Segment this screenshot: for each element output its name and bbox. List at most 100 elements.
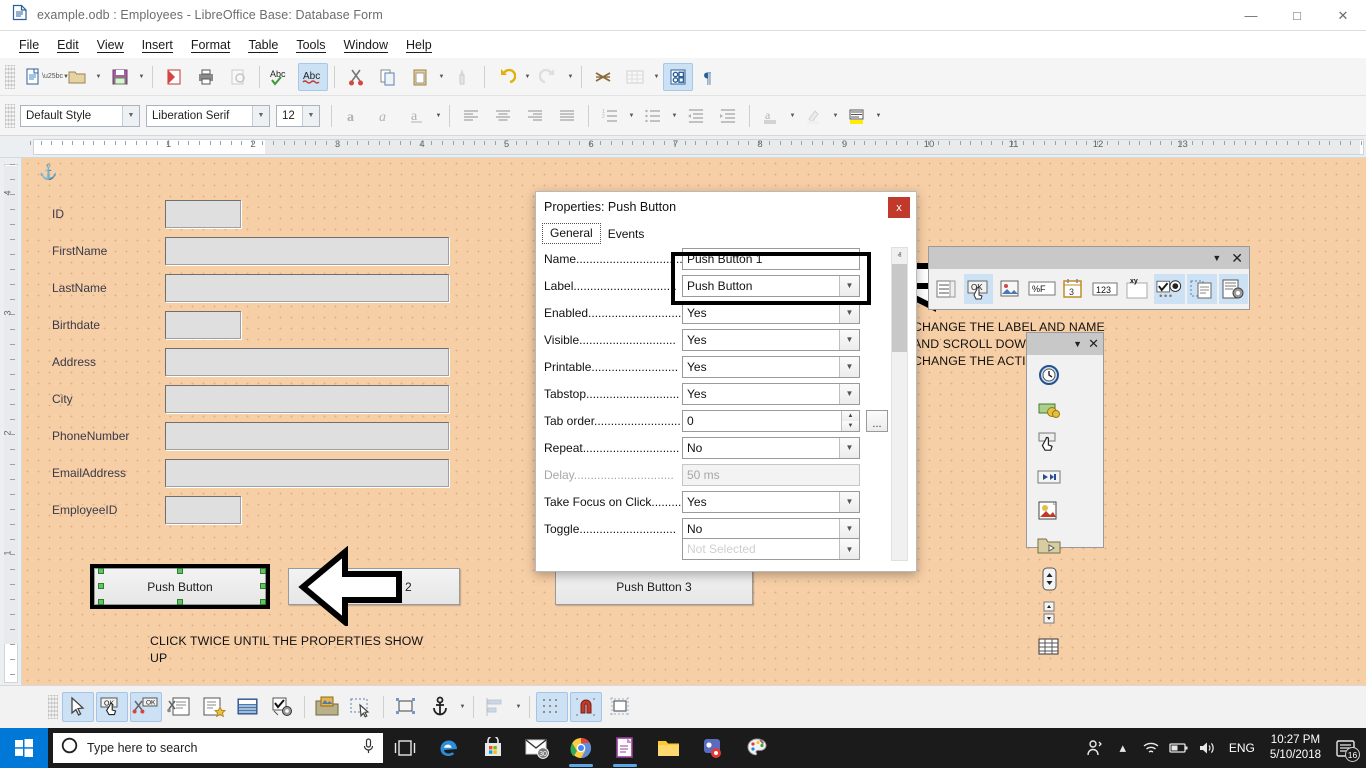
helplines-while-moving-icon[interactable] bbox=[604, 692, 636, 722]
new-document-icon[interactable] bbox=[19, 63, 49, 91]
field-input-emailaddress[interactable] bbox=[165, 459, 449, 487]
pilcrow-icon[interactable]: ¶ bbox=[695, 63, 725, 91]
selection-handle[interactable] bbox=[260, 568, 266, 574]
bold-icon[interactable]: a bbox=[338, 102, 368, 130]
paragraph-background-dropdown-icon[interactable]: ▼ bbox=[873, 102, 884, 130]
spinner-buttons[interactable]: ▲ ▼ bbox=[841, 411, 859, 431]
property-value-field[interactable]: Yes ▼ bbox=[682, 356, 860, 378]
undo-icon[interactable] bbox=[491, 63, 521, 91]
microphone-icon[interactable] bbox=[362, 738, 375, 759]
paragraph-style-combo[interactable]: Default Style ▼ bbox=[20, 105, 140, 127]
property-value-field[interactable]: Yes ▼ bbox=[682, 491, 860, 513]
new-document-dropdown-icon[interactable]: \u25bc ▼ bbox=[50, 63, 61, 91]
battery-icon[interactable] bbox=[1165, 728, 1193, 768]
chevron-down-icon[interactable]: ▼ bbox=[122, 106, 139, 126]
selection-handle[interactable] bbox=[260, 599, 266, 605]
action-center-icon[interactable]: 16 bbox=[1328, 728, 1362, 768]
clock[interactable]: 10:27 PM 5/10/2018 bbox=[1263, 733, 1328, 763]
chevron-down-icon[interactable]: ▼ bbox=[1073, 339, 1082, 349]
menu-window[interactable]: Window bbox=[335, 35, 397, 55]
chevron-down-icon[interactable]: ▼ bbox=[839, 492, 859, 512]
design-mode-icon[interactable] bbox=[1187, 274, 1217, 304]
unordered-list-dropdown-icon[interactable]: ▼ bbox=[669, 102, 680, 130]
chevron-down-icon[interactable]: ▼ bbox=[839, 438, 859, 458]
font-size-combo[interactable]: 12 ▼ bbox=[276, 105, 320, 127]
navigation-bar-icon[interactable] bbox=[1033, 461, 1065, 493]
language-indicator[interactable]: ENG bbox=[1221, 741, 1263, 755]
activation-order-icon[interactable] bbox=[232, 692, 264, 722]
underline-dropdown-icon[interactable]: ▼ bbox=[433, 102, 444, 130]
field-input-lastname[interactable] bbox=[165, 274, 449, 302]
export-pdf-icon[interactable] bbox=[159, 63, 189, 91]
align-center-icon[interactable] bbox=[488, 102, 518, 130]
print-preview-icon[interactable] bbox=[223, 63, 253, 91]
menu-edit[interactable]: Edit bbox=[48, 35, 88, 55]
image-button-icon[interactable] bbox=[995, 274, 1025, 304]
chevron-down-icon[interactable]: ▼ bbox=[252, 106, 269, 126]
menu-help[interactable]: Help bbox=[397, 35, 441, 55]
time-field-icon[interactable] bbox=[1033, 359, 1065, 391]
save-icon[interactable] bbox=[105, 63, 135, 91]
select-icon[interactable] bbox=[62, 692, 94, 722]
chevron-down-icon[interactable]: ▼ bbox=[839, 303, 859, 323]
form-controls-toolbar[interactable]: ▼ ✕ OK %F 3 123 xy bbox=[928, 246, 1250, 310]
selection-handle[interactable] bbox=[98, 568, 104, 574]
font-name-combo[interactable]: Liberation Serif ▼ bbox=[146, 105, 270, 127]
list-box-icon[interactable] bbox=[932, 274, 962, 304]
property-value-field[interactable]: No ▼ bbox=[682, 518, 860, 540]
undo-dropdown-icon[interactable]: ▼ bbox=[522, 63, 533, 91]
decrease-indent-icon[interactable] bbox=[681, 102, 711, 130]
paste-dropdown-icon[interactable]: ▼ bbox=[436, 63, 447, 91]
close-icon[interactable]: x bbox=[888, 197, 910, 218]
close-icon[interactable]: ✕ bbox=[1231, 250, 1243, 267]
toolbar-grip[interactable] bbox=[48, 695, 58, 719]
windows-logo-icon[interactable] bbox=[0, 728, 48, 768]
option-group-icon[interactable] bbox=[1154, 274, 1185, 304]
minimize-button[interactable]: — bbox=[1228, 0, 1274, 31]
menu-tools[interactable]: Tools bbox=[287, 35, 334, 55]
show-hidden-icons-icon[interactable]: ▴ bbox=[1109, 728, 1137, 768]
add-field-icon[interactable] bbox=[266, 692, 298, 722]
tab-general[interactable]: General bbox=[542, 223, 601, 244]
property-value-field[interactable]: No ▼ bbox=[682, 437, 860, 459]
table-control-icon[interactable] bbox=[1033, 631, 1065, 663]
horizontal-ruler[interactable]: 1 2 3 4 5 6 7 8 9 10 11 12 13 bbox=[0, 136, 1366, 158]
snap-to-grid-icon[interactable] bbox=[570, 692, 602, 722]
libreoffice-base-icon[interactable] bbox=[603, 728, 647, 768]
design-mode-toggle-icon[interactable]: OK bbox=[96, 692, 128, 722]
menu-table[interactable]: Table bbox=[239, 35, 287, 55]
mail-icon[interactable]: 30 bbox=[515, 728, 559, 768]
unordered-list-icon[interactable] bbox=[638, 102, 668, 130]
vertical-ruler[interactable]: 4321 bbox=[0, 158, 22, 685]
field-input-birthdate[interactable] bbox=[165, 311, 241, 339]
push-button-icon[interactable]: OK bbox=[964, 274, 994, 304]
save-dropdown-icon[interactable]: ▼ bbox=[136, 63, 147, 91]
spelling-icon[interactable]: Abc bbox=[266, 63, 296, 91]
autospellcheck-icon[interactable]: Abc bbox=[298, 63, 328, 91]
chevron-down-icon[interactable]: ▼ bbox=[839, 330, 859, 350]
selection-handle[interactable] bbox=[98, 599, 104, 605]
menu-file[interactable]: File bbox=[10, 35, 48, 55]
chevron-down-icon[interactable]: ▼ bbox=[302, 106, 319, 126]
selection-handle[interactable] bbox=[177, 568, 183, 574]
menu-insert[interactable]: Insert bbox=[133, 35, 182, 55]
maximize-button[interactable]: □ bbox=[1274, 0, 1320, 31]
form-design-icon[interactable] bbox=[663, 63, 693, 91]
field-input-id[interactable] bbox=[165, 200, 241, 228]
properties-dialog[interactable]: Properties: Push Button x General Events… bbox=[535, 191, 917, 572]
wizards-on-off-icon[interactable] bbox=[1219, 274, 1249, 304]
position-and-size-icon[interactable] bbox=[390, 692, 422, 722]
toolbar-grip[interactable] bbox=[5, 104, 15, 128]
copy-icon[interactable] bbox=[373, 63, 403, 91]
formatting-marks-toggle-icon[interactable] bbox=[588, 63, 618, 91]
field-input-address[interactable] bbox=[165, 348, 449, 376]
align-left-icon[interactable] bbox=[456, 102, 486, 130]
open-in-design-mode-icon[interactable] bbox=[311, 692, 343, 722]
justify-icon[interactable] bbox=[552, 102, 582, 130]
highlight-color-dropdown-icon[interactable]: ▼ bbox=[830, 102, 841, 130]
properties-scrollbar[interactable]: ⱏ ⱟ bbox=[891, 247, 908, 561]
chevron-down-icon[interactable]: ▼ bbox=[839, 357, 859, 377]
insert-table-dropdown-icon[interactable]: ▼ bbox=[651, 63, 662, 91]
paragraph-background-icon[interactable] bbox=[842, 102, 872, 130]
scroll-down-icon[interactable]: ⱟ bbox=[892, 545, 907, 560]
